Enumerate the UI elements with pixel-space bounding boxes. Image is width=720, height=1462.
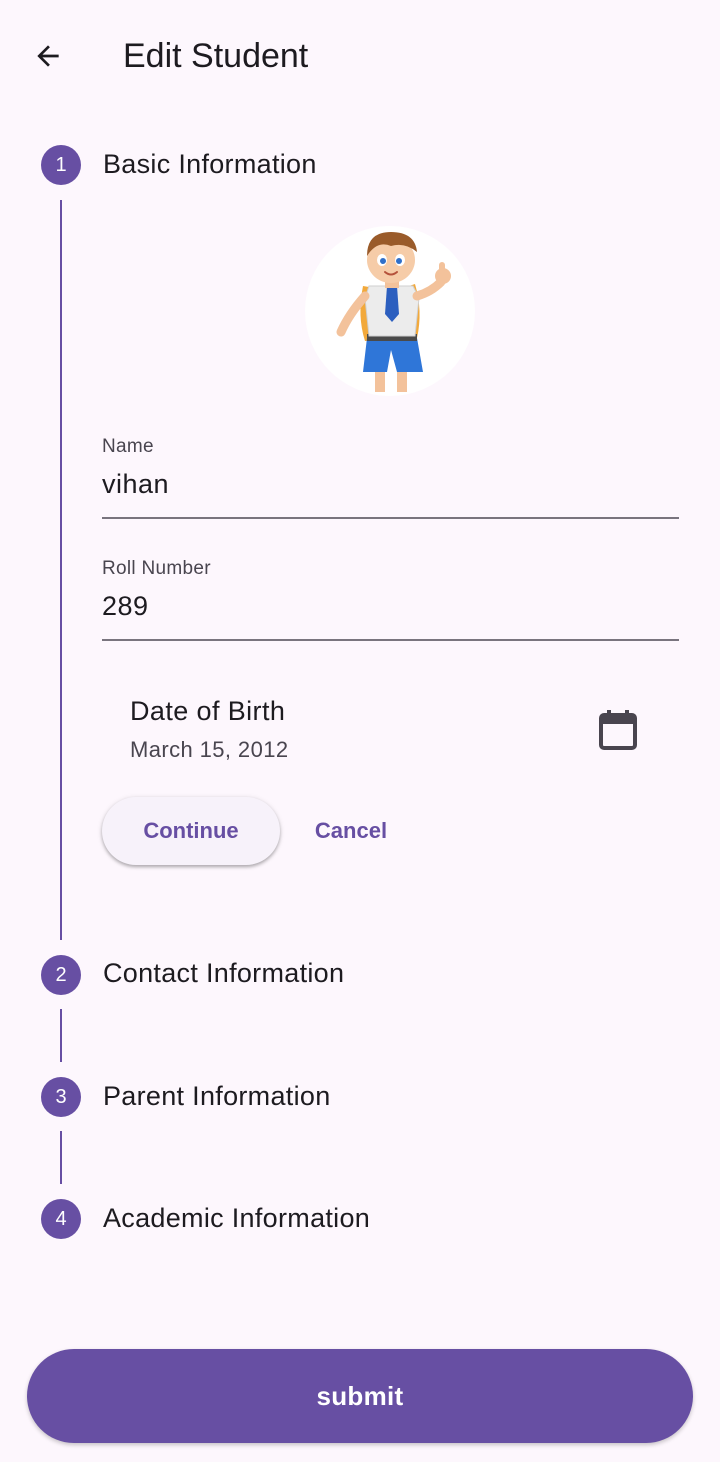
step-connector [60, 1131, 62, 1184]
name-label: Name [102, 436, 154, 457]
student-avatar[interactable] [305, 226, 475, 396]
page-title: Edit Student [123, 37, 309, 75]
cancel-button[interactable]: Cancel [296, 797, 406, 865]
step-2-indicator[interactable]: 2 [41, 955, 81, 995]
roll-number-field[interactable]: 289 [102, 589, 149, 623]
step-3-title[interactable]: Parent Information [103, 1078, 331, 1114]
step-number: 2 [55, 963, 67, 986]
step-connector [60, 1009, 62, 1062]
arrow-left-icon [37, 45, 59, 67]
roll-number-label: Roll Number [102, 558, 211, 579]
calendar-icon [599, 710, 637, 750]
date-of-birth-label: Date of Birth [130, 696, 286, 726]
step-number: 3 [55, 1085, 67, 1108]
step-2-title[interactable]: Contact Information [103, 955, 344, 991]
back-button[interactable] [20, 30, 76, 82]
step-4-title[interactable]: Academic Information [103, 1200, 370, 1236]
step-number: 4 [55, 1207, 67, 1230]
step-connector [60, 200, 62, 940]
step-1-title[interactable]: Basic Information [103, 146, 317, 182]
submit-button[interactable]: submit [27, 1349, 693, 1443]
roll-number-underline [102, 639, 679, 641]
student-cartoon-avatar [336, 232, 451, 392]
date-picker-button[interactable] [590, 702, 646, 758]
name-field[interactable]: vihan [102, 467, 169, 501]
step-4-indicator[interactable]: 4 [41, 1199, 81, 1239]
step-3-indicator[interactable]: 3 [41, 1077, 81, 1117]
continue-button[interactable]: Continue [102, 797, 280, 865]
date-of-birth-value: March 15, 2012 [130, 737, 289, 762]
step-1-indicator[interactable]: 1 [41, 145, 81, 185]
name-underline [102, 517, 679, 519]
step-number: 1 [55, 153, 67, 176]
